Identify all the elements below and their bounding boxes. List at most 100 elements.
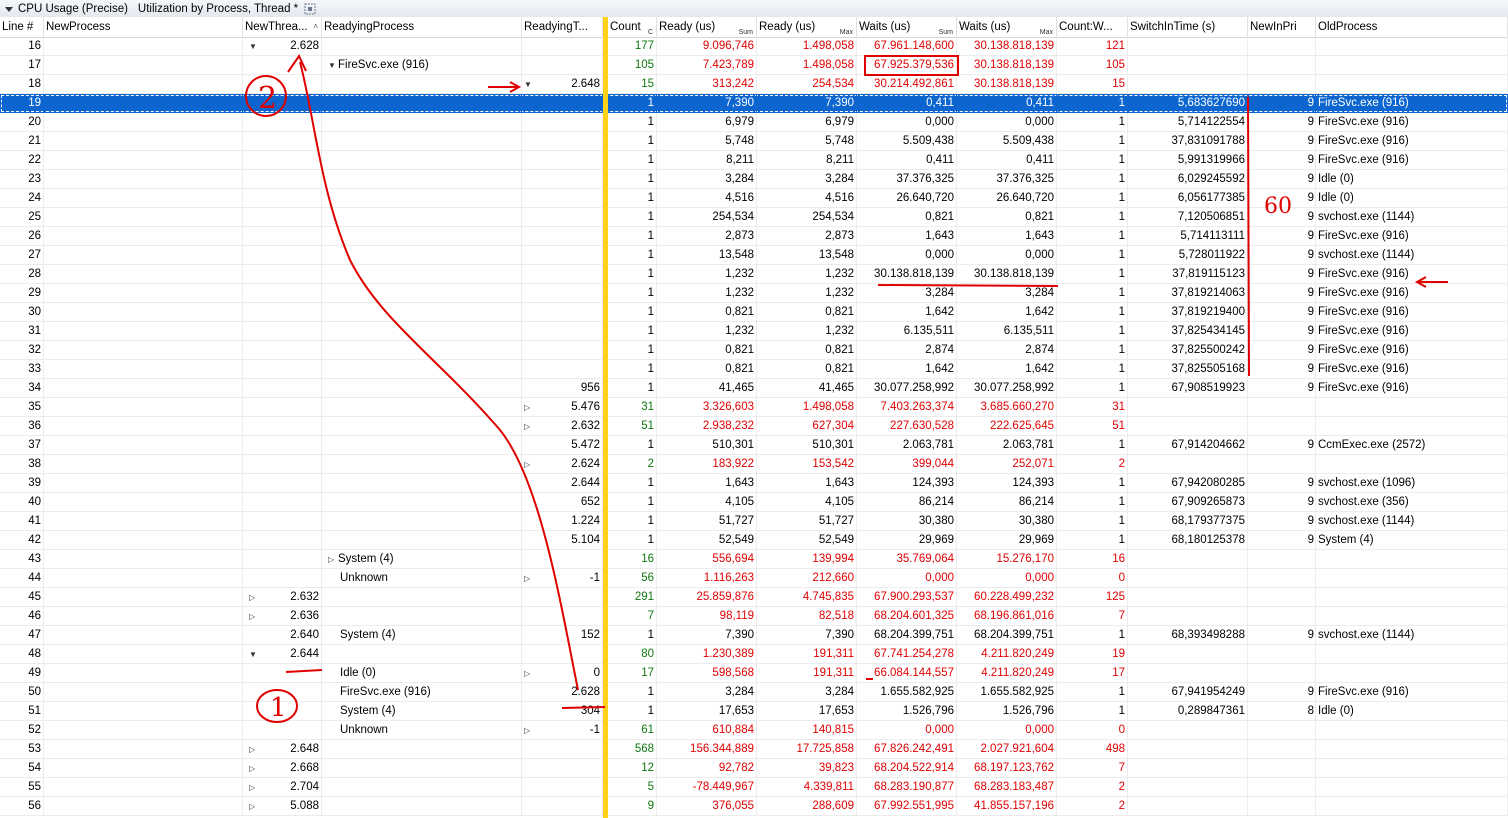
cell-value: svchost.exe (1144) (1318, 211, 1415, 223)
cell-value: 1 (1118, 439, 1125, 451)
table-row[interactable]: 49 Idle (0) ▷ 0 17 598,568 191,311 66.084.144,5… (0, 664, 1508, 683)
table-row[interactable]: 50 FireSvc.exe (916) 2.628 1 3,284 3,284 1.655… (0, 683, 1508, 702)
cell-value: 121 (1105, 40, 1125, 52)
cell-rthread: ▷ 0 (522, 664, 603, 683)
expanded-triangle-icon[interactable]: ▼ (249, 645, 259, 663)
hdr-new-process[interactable]: NewProcess (44, 17, 243, 37)
collapsed-triangle-icon[interactable]: ▷ (328, 550, 338, 568)
table-row[interactable]: 33 1 0,821 0,821 1,642 1,642 1 37,825505168 9 Fir… (0, 360, 1508, 379)
table-row[interactable]: 39 2.644 1 1,643 1,643 124,393 124,393 1 67,9420… (0, 474, 1508, 493)
cell-value: 399,044 (912, 458, 954, 470)
expanded-triangle-icon[interactable]: ▼ (249, 37, 259, 55)
view-title-preset[interactable]: Utilization by Process, Thread * (138, 3, 298, 15)
cell-value: FireSvc.exe (916) (1318, 686, 1409, 698)
expanded-triangle-icon[interactable]: ▼ (328, 56, 338, 74)
hdr-waits-max[interactable]: Waits (us) Max (957, 17, 1057, 37)
hdr-switch-in-time[interactable]: SwitchInTime (s) (1128, 17, 1248, 37)
cell-ready-max: 1,643 (757, 474, 857, 493)
collapsed-triangle-icon[interactable]: ▷ (524, 455, 534, 473)
cell-ready-sum: 0,821 (657, 360, 757, 379)
table-row[interactable]: 28 1 1,232 1,232 30.138.818,139 30.138.818,13… (0, 265, 1508, 284)
collapse-triangle-icon[interactable] (4, 4, 14, 14)
table-row[interactable]: 54 ▷ 2.668 12 92,782 39,823 68.204.522,914 68.1… (0, 759, 1508, 778)
table-row[interactable]: 56 ▷ 5.088 9 376,055 288,609 67.992.551,995 41.… (0, 797, 1508, 816)
collapsed-triangle-icon[interactable]: ▷ (249, 740, 259, 758)
table-row[interactable]: 30 1 0,821 0,821 1,642 1,642 1 37,819219400 9 Fir… (0, 303, 1508, 322)
table-row[interactable]: 42 5.104 1 52,549 52,549 29,969 29,969 1 68,1801… (0, 531, 1508, 550)
collapsed-triangle-icon[interactable]: ▷ (524, 417, 534, 435)
expanded-triangle-icon[interactable]: ▼ (524, 75, 534, 93)
table-row[interactable]: 22 1 8,211 8,211 0,411 0,411 1 5,991319966 9 Fire… (0, 151, 1508, 170)
table-row[interactable]: 29 1 1,232 1,232 3,284 3,284 1 37,819214063 9 Fir… (0, 284, 1508, 303)
table-row[interactable]: 48 ▼ 2.644 80 1.230,389 191,311 67.741.254,278… (0, 645, 1508, 664)
hdr-old-process[interactable]: OldProcess (1316, 17, 1508, 37)
table-row[interactable]: 38 ▷ 2.624 2 183,922 153,542 399,044 252,071 2 (0, 455, 1508, 474)
table-row[interactable]: 25 1 254,534 254,534 0,821 0,821 1 7,120506851 9… (0, 208, 1508, 227)
cell-pri (1248, 778, 1316, 797)
view-settings-icon[interactable] (304, 3, 316, 15)
cell-waits-max: 4.211.820,249 (957, 645, 1057, 664)
cell-value: 1 (1118, 173, 1125, 185)
collapsed-triangle-icon[interactable]: ▷ (524, 721, 534, 739)
hdr-readying-thread[interactable]: ReadyingT... (522, 17, 603, 37)
table-row[interactable]: 37 5.472 1 510,301 510,301 2.063,781 2.063,781… (0, 436, 1508, 455)
table-row[interactable]: 19 1 7,390 7,390 0,411 0,411 1 5,683627690 9 Fire… (0, 94, 1508, 113)
table-row[interactable]: 47 2.640 System (4) 152 1 7,390 7,390 68.204.39… (0, 626, 1508, 645)
table-row[interactable]: 40 652 1 4,105 4,105 86,214 86,214 1 67,90926587… (0, 493, 1508, 512)
table-row[interactable]: 44 Unknown ▷ -1 56 1.116,263 212,660 0,000 0,000… (0, 569, 1508, 588)
cell-value: 2.063,781 (902, 439, 954, 451)
table-row[interactable]: 21 1 5,748 5,748 5.509,438 5.509,438 1 37,83109… (0, 132, 1508, 151)
hdr-count-waits[interactable]: Count:W... (1057, 17, 1128, 37)
collapsed-triangle-icon[interactable]: ▷ (249, 778, 259, 796)
collapsed-triangle-icon[interactable]: ▷ (249, 588, 259, 606)
collapsed-triangle-icon[interactable]: ▷ (524, 569, 534, 587)
hdr-ready-sum[interactable]: Ready (us) Sum (657, 17, 757, 37)
table-row[interactable]: 43 ▷ System (4) 16 556,694 139,994 35.769,064 1… (0, 550, 1508, 569)
cell-value: 41,465 (718, 382, 754, 394)
table-row[interactable]: 51 System (4) 304 1 17,653 17,653 1.526,796 1.5… (0, 702, 1508, 721)
hdr-readying-process[interactable]: ReadyingProcess (322, 17, 522, 37)
table-row[interactable]: 35 ▷ 5.476 31 3.326,603 1.498,058 7.403.263,37… (0, 398, 1508, 417)
table-row[interactable]: 41 1.224 1 51,727 51,727 30,380 30,380 1 68,1793… (0, 512, 1508, 531)
collapsed-triangle-icon[interactable]: ▷ (524, 664, 534, 682)
table-row[interactable]: 46 ▷ 2.636 7 98,119 82,518 68.204.601,325 68.19… (0, 607, 1508, 626)
cell-pri (1248, 37, 1316, 56)
table-row[interactable]: 45 ▷ 2.632 291 25.859,876 4.745,835 67.900.293… (0, 588, 1508, 607)
cell-value: 1 (1118, 705, 1125, 717)
collapsed-triangle-icon[interactable]: ▷ (249, 607, 259, 625)
collapsed-triangle-icon[interactable]: ▷ (524, 398, 534, 416)
hdr-count[interactable]: Count C (608, 17, 657, 37)
table-row[interactable]: 53 ▷ 2.648 568 156.344,889 17.725,858 67.826.2… (0, 740, 1508, 759)
grouping-divider[interactable] (603, 17, 608, 818)
table-row[interactable]: 52 Unknown ▷ -1 61 610,884 140,815 0,000 0,000 0 (0, 721, 1508, 740)
hdr-new-in-pri[interactable]: NewInPri (1248, 17, 1316, 37)
table-row[interactable]: 18 ▼ 2.648 15 313,242 254,534 30.214.492,861 30… (0, 75, 1508, 94)
hdr-waits-sum[interactable]: Waits (us) Sum (857, 17, 957, 37)
table-row[interactable]: 23 1 3,284 3,284 37.376,325 37.376,325 1 6,0292… (0, 170, 1508, 189)
hdr-ready-max[interactable]: Ready (us) Max (757, 17, 857, 37)
collapsed-triangle-icon[interactable]: ▷ (249, 759, 259, 777)
cell-value: 2.668 (290, 762, 319, 774)
table-row[interactable]: 32 1 0,821 0,821 2,874 2,874 1 37,825500242 9 Fir… (0, 341, 1508, 360)
table-row[interactable]: 26 1 2,873 2,873 1,643 1,643 1 5,714113111 9 Fire… (0, 227, 1508, 246)
view-title-cpu-usage[interactable]: CPU Usage (Precise) (18, 3, 128, 15)
cell-value: 6.135,511 (1003, 325, 1054, 337)
cell-value: 1 (647, 344, 654, 356)
table-row[interactable]: 31 1 1,232 1,232 6.135,511 6.135,511 1 37,82543… (0, 322, 1508, 341)
cell-value: 1 (647, 249, 654, 261)
table-row[interactable]: 34 956 1 41,465 41,465 30.077.258,992 30.077.2… (0, 379, 1508, 398)
collapsed-triangle-icon[interactable]: ▷ (249, 797, 259, 815)
cell-value: 6,979 (725, 116, 754, 128)
cell-count: 1 (608, 284, 657, 303)
table-row[interactable]: 36 ▷ 2.632 51 2.938,232 627,304 227.630,528 222… (0, 417, 1508, 436)
cell-value: 6,979 (825, 116, 854, 128)
hdr-new-thread[interactable]: NewThrea... ˄ (243, 17, 322, 37)
table-row[interactable]: 16 ▼ 2.628 177 9.096,746 1.498,058 67.961.148,… (0, 37, 1508, 56)
table-row[interactable]: 20 1 6,979 6,979 0,000 0,000 1 5,714122554 9 Fire… (0, 113, 1508, 132)
table-row[interactable]: 55 ▷ 2.704 5 -78.449,967 4.339,811 68.283.190,… (0, 778, 1508, 797)
table-row[interactable]: 24 1 4,516 4,516 26.640,720 26.640,720 1 6,0561… (0, 189, 1508, 208)
hdr-line[interactable]: Line # (0, 17, 44, 37)
table-row[interactable]: 17 ▼ FireSvc.exe (916) 105 7.423,789 1.498,05… (0, 56, 1508, 75)
cell-value: 68.283.183,487 (974, 781, 1054, 793)
table-row[interactable]: 27 1 13,548 13,548 0,000 0,000 1 5,728011922 9 sv… (0, 246, 1508, 265)
